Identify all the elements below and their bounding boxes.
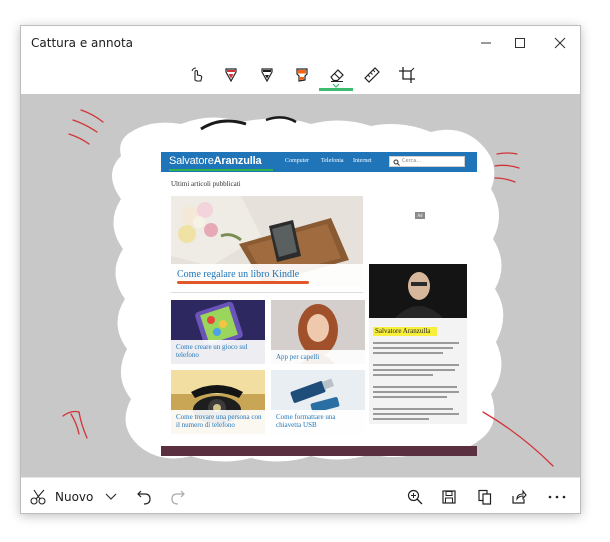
ballpoint-pen-icon <box>225 68 237 83</box>
save-button[interactable] <box>439 486 459 508</box>
save-icon <box>442 490 456 504</box>
ballpoint-pen-button[interactable] <box>218 63 244 87</box>
minimize-icon <box>481 42 491 44</box>
crop-button[interactable] <box>394 63 420 87</box>
bottom-command-bar: Nuovo <box>21 477 580 513</box>
pencil-button[interactable] <box>254 63 280 87</box>
close-icon <box>554 37 566 49</box>
undo-icon <box>137 490 151 505</box>
new-snip-dropdown[interactable] <box>103 486 119 508</box>
new-snip-label: Nuovo <box>55 490 94 504</box>
new-snip-button[interactable]: Nuovo <box>29 486 93 508</box>
zoom-button[interactable] <box>405 486 425 508</box>
copy-button[interactable] <box>475 486 495 508</box>
zoom-in-icon <box>407 489 423 505</box>
pencil-icon <box>261 68 273 83</box>
selected-tool-indicator <box>319 88 353 91</box>
share-icon <box>512 489 527 504</box>
more-options-button[interactable] <box>545 486 569 508</box>
drawing-canvas[interactable]: Ad SalvatoreAranzulla Computer Telefonia… <box>21 94 580 477</box>
undo-button[interactable] <box>135 486 153 508</box>
new-snip-icon <box>30 489 46 505</box>
highlighter-button[interactable] <box>289 63 315 87</box>
ruler-icon <box>364 67 380 83</box>
close-button[interactable] <box>539 30 580 56</box>
touch-writing-icon <box>191 67 203 82</box>
share-button[interactable] <box>509 486 529 508</box>
window-title: Cattura e annota <box>31 36 134 50</box>
redo-button[interactable] <box>169 486 187 508</box>
copy-icon <box>478 489 492 505</box>
maximize-button[interactable] <box>499 30 541 56</box>
annotation-toolbar <box>21 60 580 92</box>
highlighter-icon <box>296 68 308 82</box>
eraser-icon <box>330 69 344 82</box>
tool-options-chevron-icon[interactable] <box>332 83 340 88</box>
touch-writing-button[interactable] <box>184 63 210 87</box>
redo-icon <box>171 490 185 505</box>
more-icon <box>548 495 566 499</box>
maximize-icon <box>515 38 525 48</box>
title-bar: Cattura e annota <box>21 26 580 60</box>
chevron-down-icon <box>105 493 117 500</box>
ink-annotations <box>62 109 554 467</box>
crop-icon <box>399 67 415 83</box>
snip-and-sketch-window: Cattura e annota SalvatoreAranzulla Comp… <box>20 25 581 514</box>
ruler-button[interactable] <box>359 63 385 87</box>
